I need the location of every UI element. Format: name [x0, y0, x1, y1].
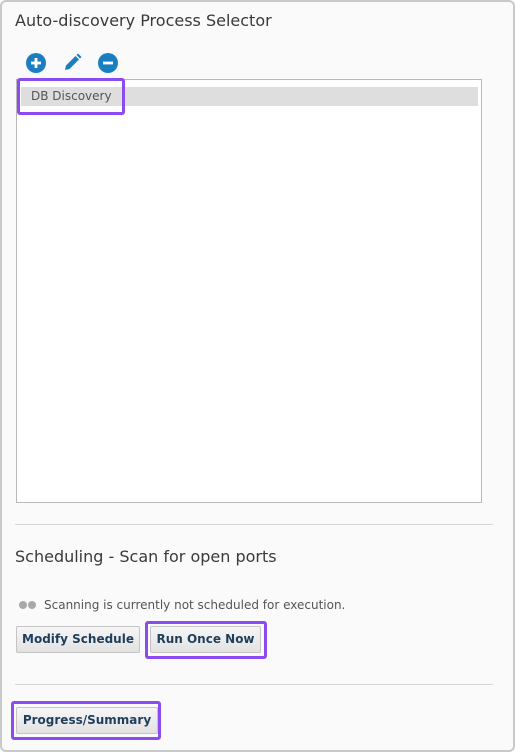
- list-item-db-discovery[interactable]: DB Discovery: [21, 87, 478, 106]
- discovery-panel: Auto-discovery Process Selector DB Disco…: [0, 0, 515, 752]
- progress-summary-button[interactable]: Progress/Summary: [16, 707, 158, 734]
- modify-schedule-button[interactable]: Modify Schedule: [16, 626, 140, 653]
- scheduling-title: Scheduling - Scan for open ports: [15, 547, 277, 566]
- schedule-status: Scanning is currently not scheduled for …: [19, 598, 345, 612]
- schedule-status-text: Scanning is currently not scheduled for …: [44, 598, 346, 612]
- section-divider: [15, 684, 493, 685]
- plus-circle-icon[interactable]: [25, 52, 47, 74]
- selector-title: Auto-discovery Process Selector: [15, 11, 272, 30]
- pencil-icon[interactable]: [61, 52, 83, 74]
- minus-circle-icon[interactable]: [97, 52, 119, 74]
- process-list[interactable]: DB Discovery: [16, 79, 482, 503]
- run-once-now-button[interactable]: Run Once Now: [150, 626, 261, 653]
- status-indicator-icon: [19, 601, 36, 609]
- list-item-label: DB Discovery: [31, 89, 112, 103]
- section-divider: [15, 524, 493, 525]
